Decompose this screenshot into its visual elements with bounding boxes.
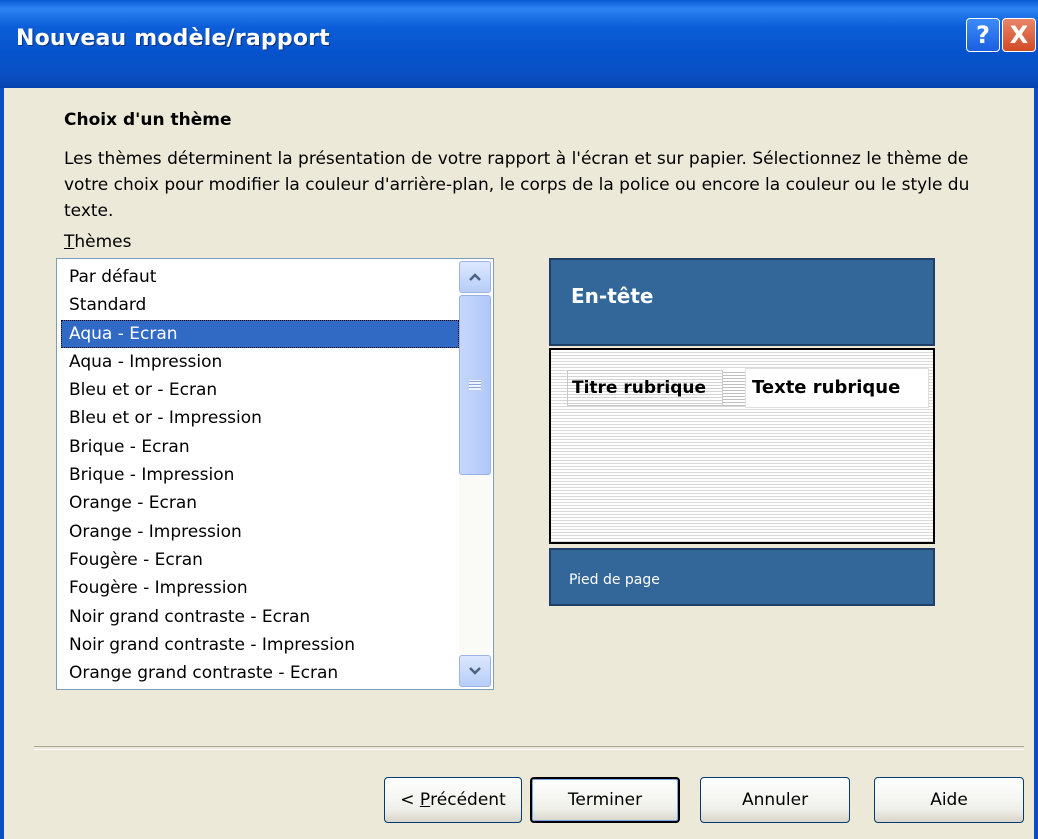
window-title: Nouveau modèle/rapport: [16, 26, 330, 51]
grip-icon: [469, 380, 481, 390]
previous-button-rest: récédent: [430, 790, 506, 810]
theme-list-item[interactable]: Fougère - Ecran: [61, 546, 459, 574]
chevron-up-icon: [469, 273, 481, 281]
preview-header-text: En-tête: [571, 284, 654, 308]
themes-listbox[interactable]: Par défaut Standard Aqua - Ecran Aqua - Imp…: [56, 258, 494, 690]
preview-field-divider: [723, 370, 745, 406]
scroll-down-button[interactable]: [459, 655, 491, 687]
theme-list-item[interactable]: Par défaut: [61, 263, 459, 291]
themes-label: Thèmes: [64, 232, 132, 252]
theme-list-item[interactable]: Aqua - Impression: [61, 348, 459, 376]
theme-list-item[interactable]: Noir grand contraste - Ecran: [61, 603, 459, 631]
preview-footer-text: Pied de page: [569, 572, 660, 588]
theme-list-item[interactable]: Bleu et or - Ecran: [61, 376, 459, 404]
section-heading: Choix d'un thème: [64, 110, 232, 130]
previous-button[interactable]: < Précédent: [384, 777, 522, 823]
themes-label-rest: hèmes: [74, 232, 132, 252]
theme-list-item[interactable]: Brique - Ecran: [61, 433, 459, 461]
previous-button-accel: P: [419, 790, 431, 810]
themes-label-accel: T: [64, 232, 75, 252]
theme-list-item[interactable]: Aqua - Ecran: [61, 319, 459, 348]
theme-list-item[interactable]: Brique - Impression: [61, 461, 459, 489]
close-icon[interactable]: X: [1002, 18, 1036, 52]
previous-button-prefix: <: [400, 790, 420, 810]
dialog-window: Nouveau modèle/rapport ? X Choix d'un th…: [0, 0, 1038, 839]
cancel-button[interactable]: Annuler: [700, 777, 850, 823]
window-frame-right: [1034, 88, 1038, 839]
scroll-up-button[interactable]: [459, 261, 491, 293]
help-icon[interactable]: ?: [966, 18, 1000, 52]
theme-list-item[interactable]: Standard: [61, 291, 459, 319]
scroll-thumb[interactable]: [459, 295, 491, 475]
preview-footer: Pied de page: [549, 548, 935, 606]
help-button[interactable]: Aide: [874, 777, 1024, 823]
chevron-down-icon: [469, 667, 481, 675]
vertical-scrollbar[interactable]: [459, 261, 491, 687]
preview-field-title: Titre rubrique: [567, 370, 723, 406]
theme-preview: En-tête Titre rubrique Texte rubrique Pi…: [549, 258, 935, 606]
preview-field-text: Texte rubrique: [745, 368, 929, 408]
theme-list-item[interactable]: Fougère - Impression: [61, 574, 459, 602]
preview-body: Titre rubrique Texte rubrique: [549, 348, 935, 544]
theme-list-item[interactable]: Orange - Impression: [61, 518, 459, 546]
window-frame-left: [0, 88, 4, 839]
theme-list-item[interactable]: Orange - Ecran: [61, 489, 459, 517]
title-bar[interactable]: Nouveau modèle/rapport ? X: [0, 0, 1038, 88]
theme-list-item[interactable]: Orange grand contraste - Ecran: [61, 659, 459, 687]
finish-button[interactable]: Terminer: [530, 777, 680, 823]
theme-list-item[interactable]: Bleu et or - Impression: [61, 404, 459, 432]
themes-list: Par défaut Standard Aqua - Ecran Aqua - Imp…: [61, 263, 459, 687]
preview-header: En-tête: [549, 258, 935, 346]
theme-list-item[interactable]: Noir grand contraste - Impression: [61, 631, 459, 659]
section-description: Les thèmes déterminent la présentation d…: [64, 149, 970, 221]
separator: [34, 746, 1024, 750]
